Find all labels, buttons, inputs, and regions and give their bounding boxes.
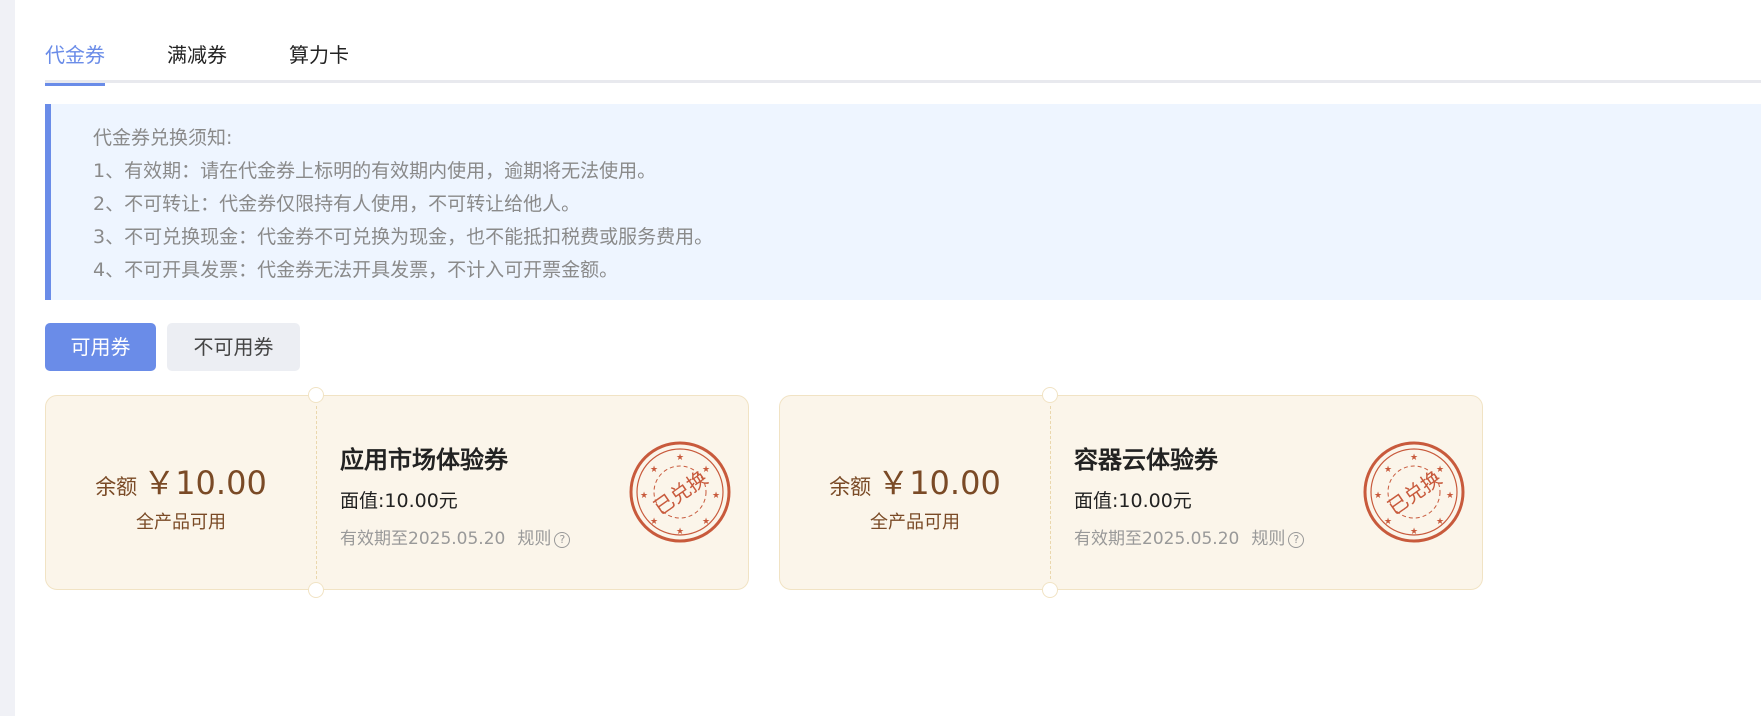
svg-text:★: ★ <box>1384 517 1392 527</box>
notice-line-3: 3、不可兑换现金：代金券不可兑换为现金，也不能抵扣税费或服务费用。 <box>93 226 714 248</box>
svg-text:★: ★ <box>1410 453 1418 463</box>
coupon-validity: 有效期至2025.05.20 规则? <box>1074 524 1305 549</box>
tab-discount[interactable]: 满减券 <box>167 38 227 83</box>
rule-link[interactable]: 规则? <box>517 529 571 549</box>
svg-text:★: ★ <box>1446 491 1454 501</box>
balance-label: 余额 <box>95 475 138 499</box>
unavailable-coupons-button[interactable]: 不可用券 <box>167 323 300 371</box>
svg-text:★: ★ <box>1384 465 1392 475</box>
rule-link[interactable]: 规则? <box>1251 529 1305 549</box>
question-icon[interactable]: ? <box>1288 532 1305 548</box>
rule-label: 规则 <box>517 529 552 549</box>
svg-text:★: ★ <box>702 517 710 527</box>
rule-label: 规则 <box>1251 529 1286 549</box>
available-coupons-button[interactable]: 可用券 <box>45 323 156 371</box>
balance-label: 余额 <box>829 475 872 499</box>
coupon-scope: 全产品可用 <box>870 512 960 533</box>
balance-amount: ￥10.00 <box>143 464 267 502</box>
balance-amount: ￥10.00 <box>877 464 1001 502</box>
coupon-title: 容器云体验券 <box>1074 446 1218 474</box>
tab-voucher[interactable]: 代金券 <box>45 38 105 86</box>
svg-text:★: ★ <box>650 465 658 475</box>
coupon-balance-section: 余额 ￥10.00 全产品可用 <box>780 396 1050 589</box>
svg-text:★: ★ <box>676 453 684 463</box>
coupon-balance-section: 余额 ￥10.00 全产品可用 <box>46 396 316 589</box>
stamp-text: 已兑换 <box>1383 466 1446 520</box>
coupon-title: 应用市场体验券 <box>340 446 508 474</box>
notice-line-4: 4、不可开具发票：代金券无法开具发票，不计入可开票金额。 <box>93 259 619 281</box>
svg-text:★: ★ <box>1374 491 1382 501</box>
main-content: 代金券 满减券 算力卡 代金券兑换须知: 1、有效期：请在代金券上标明的有效期内… <box>45 0 1761 716</box>
coupon-type-tabs: 代金券 满减券 算力卡 <box>45 38 1761 86</box>
svg-text:★: ★ <box>650 517 658 527</box>
svg-text:★: ★ <box>676 527 684 537</box>
svg-text:★: ★ <box>640 491 648 501</box>
notice-line-2: 2、不可转让：代金券仅限持有人使用，不可转让给他人。 <box>93 193 581 215</box>
tab-compute-card[interactable]: 算力卡 <box>289 38 349 83</box>
left-rail <box>0 0 15 716</box>
redeemed-stamp-icon: ★ ★ ★ ★ ★ ★ ★ ★ 已兑换 <box>629 441 731 543</box>
coupon-divider <box>316 406 317 579</box>
notice-title: 代金券兑换须知: <box>93 127 233 149</box>
validity-text: 有效期至2025.05.20 <box>340 529 506 549</box>
coupon-divider <box>1050 406 1051 579</box>
coupon-validity: 有效期至2025.05.20 规则? <box>340 524 571 549</box>
coupon-scope: 全产品可用 <box>136 512 226 533</box>
svg-text:★: ★ <box>1436 517 1444 527</box>
coupon-balance: 余额 ￥10.00 <box>46 458 316 504</box>
coupon-card: 余额 ￥10.00 全产品可用 容器云体验券 面值:10.00元 有效期至2025… <box>779 387 1483 598</box>
coupon-face-value: 面值:10.00元 <box>1074 490 1192 512</box>
coupon-balance: 余额 ￥10.00 <box>780 458 1050 504</box>
redeemed-stamp-icon: ★ ★ ★ ★ ★ ★ ★ ★ 已兑换 <box>1363 441 1465 543</box>
svg-text:★: ★ <box>712 491 720 501</box>
notice-line-1: 1、有效期：请在代金券上标明的有效期内使用，逾期将无法使用。 <box>93 160 657 182</box>
question-icon[interactable]: ? <box>554 532 571 548</box>
validity-text: 有效期至2025.05.20 <box>1074 529 1240 549</box>
redeem-notice: 代金券兑换须知: 1、有效期：请在代金券上标明的有效期内使用，逾期将无法使用。 … <box>45 104 1761 300</box>
coupon-card: 余额 ￥10.00 全产品可用 应用市场体验券 面值:10.00元 有效期至202… <box>45 387 749 598</box>
coupon-face-value: 面值:10.00元 <box>340 490 458 512</box>
svg-text:★: ★ <box>1410 527 1418 537</box>
stamp-text: 已兑换 <box>649 466 712 520</box>
